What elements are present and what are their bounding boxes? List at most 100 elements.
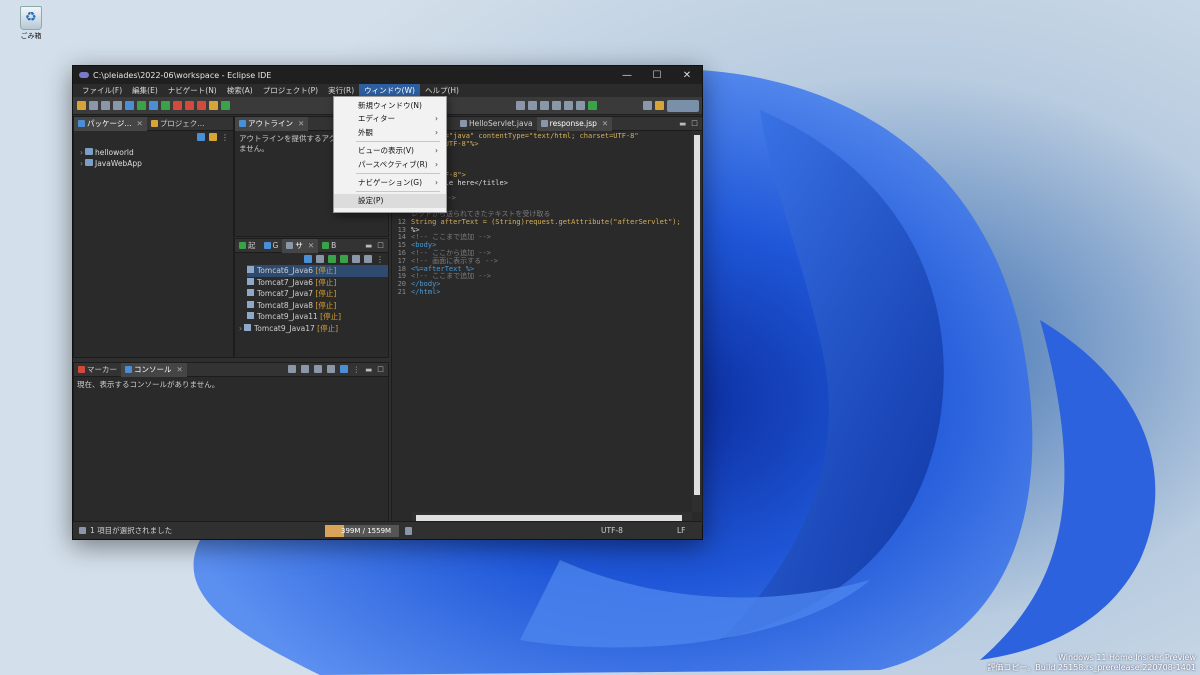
tree-item-javawebapp[interactable]: › JavaWebApp bbox=[80, 158, 227, 169]
close-icon[interactable]: ✕ bbox=[308, 239, 314, 253]
save-all-icon[interactable] bbox=[101, 101, 110, 110]
server-item[interactable]: Tomcat8_Java8 [停止] bbox=[247, 300, 388, 312]
code-text: String afterText = (String)request.getAt… bbox=[411, 217, 681, 226]
pin-icon[interactable] bbox=[588, 101, 597, 110]
explorer-mini-toolbar: ⋮ bbox=[74, 131, 233, 143]
server-item[interactable]: Tomcat6_Java6 [停止] bbox=[247, 265, 388, 277]
menu-navigate[interactable]: ナビゲート(N) bbox=[163, 84, 222, 97]
menu-search[interactable]: 検索(A) bbox=[222, 84, 258, 97]
server-item[interactable]: Tomcat9_Java11 [停止] bbox=[247, 311, 388, 323]
maximize-view-icon[interactable]: ☐ bbox=[377, 365, 384, 374]
minimize-view-icon[interactable]: ▬ bbox=[679, 119, 686, 128]
close-button[interactable]: ✕ bbox=[672, 70, 702, 81]
run-icon[interactable] bbox=[161, 101, 170, 110]
tab-b[interactable]: B bbox=[318, 239, 340, 253]
view-menu-icon[interactable]: ⋮ bbox=[353, 365, 361, 374]
memory-indicator[interactable]: 399M / 1559M bbox=[325, 525, 399, 537]
server-item[interactable]: Tomcat7_Java6 [停止] bbox=[247, 277, 388, 289]
minimize-view-icon[interactable]: ▬ bbox=[365, 365, 372, 374]
maximize-view-icon[interactable]: ☐ bbox=[691, 119, 698, 128]
server-icon[interactable] bbox=[185, 101, 194, 110]
save-icon[interactable] bbox=[89, 101, 98, 110]
collapse-all-icon[interactable] bbox=[197, 133, 205, 141]
tab-package-explorer[interactable]: パッケージ... ✕ bbox=[74, 116, 147, 131]
terminal-icon[interactable] bbox=[113, 101, 122, 110]
server-name: Tomcat7_Java7 bbox=[257, 289, 313, 298]
recycle-bin[interactable]: ごみ箱 bbox=[14, 6, 48, 41]
debug-icon[interactable] bbox=[137, 101, 146, 110]
chevron-right-icon[interactable]: › bbox=[80, 159, 83, 168]
menu-item-new-window[interactable]: 新規ウィンドウ(N) bbox=[334, 99, 446, 112]
debug-server-icon[interactable] bbox=[316, 255, 324, 263]
profile-server-icon[interactable] bbox=[340, 255, 348, 263]
open-console-icon[interactable] bbox=[339, 365, 348, 373]
server-item[interactable]: Tomcat7_Java7 [停止] bbox=[247, 288, 388, 300]
server-name: Tomcat9_Java11 bbox=[257, 312, 318, 321]
minimize-button[interactable]: — bbox=[612, 70, 642, 81]
vertical-scrollbar[interactable] bbox=[692, 131, 702, 512]
tool-icon[interactable] bbox=[197, 101, 206, 110]
prev-edit-icon[interactable] bbox=[540, 101, 549, 110]
disconnect-icon[interactable] bbox=[364, 255, 372, 263]
stop-icon[interactable] bbox=[173, 101, 182, 110]
tab-helloservlet[interactable]: HelloServlet.java bbox=[456, 117, 537, 131]
garbage-collect-icon[interactable] bbox=[405, 527, 412, 535]
menu-item-editor[interactable]: エディター › bbox=[334, 112, 446, 125]
pin-console-icon[interactable] bbox=[300, 365, 309, 373]
tab-outline[interactable]: アウトライン ✕ bbox=[235, 116, 309, 131]
menu-item-show-view[interactable]: ビューの表示(V) › bbox=[334, 144, 446, 157]
link-editor-icon[interactable] bbox=[209, 133, 217, 141]
menu-project[interactable]: プロジェクト(P) bbox=[258, 84, 323, 97]
tab-project-explorer[interactable]: プロジェク... bbox=[147, 117, 209, 131]
view-menu-icon[interactable]: ⋮ bbox=[221, 133, 229, 142]
menu-edit[interactable]: 編集(E) bbox=[127, 84, 163, 97]
maximize-view-icon[interactable]: ☐ bbox=[377, 241, 384, 250]
open-type-icon[interactable] bbox=[209, 101, 218, 110]
nav-forward-icon[interactable] bbox=[528, 101, 537, 110]
publish-icon[interactable] bbox=[352, 255, 360, 263]
close-icon[interactable]: ✕ bbox=[602, 117, 608, 131]
close-icon[interactable]: ✕ bbox=[177, 363, 183, 377]
nav-back-icon[interactable] bbox=[516, 101, 525, 110]
external-tools-icon[interactable] bbox=[221, 101, 230, 110]
settings-icon[interactable] bbox=[125, 101, 134, 110]
tab-markers[interactable]: マーカー bbox=[74, 363, 121, 377]
tab-servers[interactable]: サ ✕ bbox=[282, 238, 319, 253]
scroll-thumb[interactable] bbox=[694, 135, 700, 495]
copy-icon[interactable] bbox=[326, 365, 335, 373]
chevron-right-icon[interactable]: › bbox=[239, 324, 242, 333]
menu-item-appearance[interactable]: 外観 › bbox=[334, 126, 446, 139]
clear-console-icon[interactable] bbox=[287, 365, 296, 373]
tab-g[interactable]: G bbox=[260, 239, 283, 253]
arrow-right-icon[interactable] bbox=[576, 101, 585, 110]
menu-item-perspective[interactable]: パースペクティブ(R) › bbox=[334, 158, 446, 171]
menu-file[interactable]: ファイル(F) bbox=[77, 84, 127, 97]
close-icon[interactable]: ✕ bbox=[137, 117, 143, 131]
minimize-view-icon[interactable]: ▬ bbox=[365, 241, 372, 250]
display-console-icon[interactable] bbox=[313, 365, 322, 373]
java-ee-perspective-button[interactable] bbox=[667, 99, 699, 112]
watermark-line2: 評価コピー。Build 25158.rs_prerelease.220708-1… bbox=[987, 663, 1196, 672]
link-icon[interactable] bbox=[149, 101, 158, 110]
tab-launch[interactable]: 起 bbox=[235, 239, 260, 253]
menu-item-navigation[interactable]: ナビゲーション(G) › bbox=[334, 176, 446, 189]
maximize-button[interactable]: ☐ bbox=[642, 70, 672, 81]
bookmark-icon bbox=[322, 242, 330, 249]
tree-item-helloworld[interactable]: › helloworld bbox=[80, 147, 227, 158]
search-icon[interactable] bbox=[643, 101, 652, 110]
arrow-left-icon[interactable] bbox=[564, 101, 573, 110]
chevron-right-icon: › bbox=[435, 159, 438, 169]
server-state: [停止] bbox=[315, 300, 337, 310]
perspective-icon[interactable] bbox=[655, 101, 664, 110]
next-edit-icon[interactable] bbox=[552, 101, 561, 110]
menu-item-preferences[interactable]: 設定(P) bbox=[334, 194, 446, 208]
new-server-icon[interactable] bbox=[304, 255, 312, 263]
start-server-icon[interactable] bbox=[328, 255, 336, 263]
chevron-right-icon[interactable]: › bbox=[80, 148, 83, 157]
tab-response-jsp[interactable]: response.jsp ✕ bbox=[536, 116, 613, 131]
close-icon[interactable]: ✕ bbox=[298, 117, 304, 131]
server-item[interactable]: › Tomcat9_Java17 [停止] bbox=[239, 323, 388, 335]
view-menu-icon[interactable]: ⋮ bbox=[376, 255, 384, 264]
tab-console[interactable]: コンソール ✕ bbox=[121, 362, 187, 377]
new-icon[interactable] bbox=[77, 101, 86, 110]
